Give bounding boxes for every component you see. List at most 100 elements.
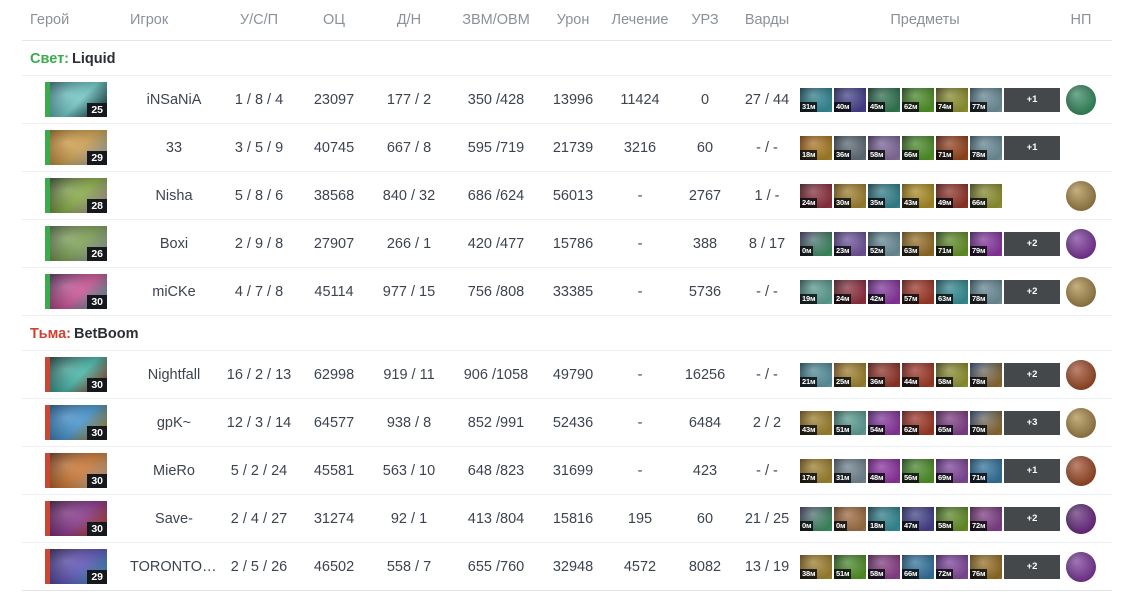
item-slot[interactable]: 71м [970,458,1002,483]
item-slot[interactable]: 17м [800,458,832,483]
item-slot[interactable]: 65м [936,410,968,435]
item-slot[interactable]: 51м [834,554,866,579]
hero-portrait[interactable]: 30 [45,501,107,536]
hero-cell[interactable]: 30 [22,398,130,447]
item-slot[interactable]: 30м [834,183,866,208]
item-slot[interactable]: 44м [902,362,934,387]
item-slot[interactable]: 66м [970,183,1002,208]
item-slot[interactable]: 76м [970,554,1002,579]
item-slot[interactable]: 78м [970,362,1002,387]
item-slot[interactable]: 63м [936,279,968,304]
extra-items-badge[interactable]: +2 [1004,554,1060,579]
player-name[interactable]: Boxi [130,219,218,268]
item-slot[interactable]: 72м [970,506,1002,531]
extra-items-badge[interactable]: +2 [1004,231,1060,256]
item-slot[interactable]: 31м [834,458,866,483]
item-slot[interactable]: 0м [800,231,832,256]
table-row[interactable]: 29 33 3 / 5 / 9 40745 667 / 8 595 /719 21739 32… [22,123,1112,172]
hero-cell[interactable]: 25 [22,75,130,124]
hero-cell[interactable]: 29 [22,542,130,591]
neutral-item-icon[interactable] [1066,551,1096,582]
hero-portrait[interactable]: 30 [45,405,107,440]
item-slot[interactable]: 36м [868,362,900,387]
column-header-oc[interactable]: ОЦ [300,8,368,41]
column-header-urz[interactable]: УРЗ [676,8,734,41]
column-header-player[interactable]: Игрок [130,8,218,41]
player-name[interactable]: miCKe [130,267,218,316]
extra-items-badge[interactable]: +2 [1004,362,1060,387]
column-header-items[interactable]: Предметы [800,8,1050,41]
table-row[interactable]: 30 Save- 2 / 4 / 27 31274 92 / 1 413 /804 1581… [22,494,1112,543]
item-slot[interactable]: 36м [834,135,866,160]
item-slot[interactable]: 47м [902,506,934,531]
neutral-item-icon[interactable] [1066,228,1096,259]
player-name[interactable]: MieRo [130,446,218,495]
extra-items-badge[interactable]: +1 [1004,135,1060,160]
item-slot[interactable]: 58м [868,135,900,160]
hero-cell[interactable]: 26 [22,219,130,268]
hero-cell[interactable]: 30 [22,494,130,543]
item-slot[interactable]: 70м [970,410,1002,435]
item-slot[interactable]: 42м [868,279,900,304]
item-slot[interactable]: 24м [834,279,866,304]
hero-cell[interactable]: 30 [22,267,130,316]
player-name[interactable]: Nightfall [130,350,218,399]
item-slot[interactable]: 43м [902,183,934,208]
hero-cell[interactable]: 30 [22,350,130,399]
player-name[interactable]: TORONTOT… [130,542,218,591]
item-slot[interactable]: 35м [868,183,900,208]
extra-items-badge[interactable]: +1 [1004,87,1060,112]
hero-cell[interactable]: 29 [22,123,130,172]
item-slot[interactable]: 77м [970,87,1002,112]
player-name[interactable]: 33 [130,123,218,172]
item-slot[interactable]: 78м [970,135,1002,160]
hero-portrait[interactable]: 30 [45,274,107,309]
neutral-item-icon[interactable] [1066,84,1096,115]
item-slot[interactable]: 54м [868,410,900,435]
team-name[interactable]: BetBoom [74,326,138,342]
item-slot[interactable]: 48м [868,458,900,483]
item-slot[interactable]: 18м [800,135,832,160]
neutral-item-icon[interactable] [1066,503,1096,534]
item-slot[interactable]: 38м [800,554,832,579]
item-slot[interactable]: 79м [970,231,1002,256]
item-slot[interactable]: 23м [834,231,866,256]
table-row[interactable]: 28 Nisha 5 / 8 / 6 38568 840 / 32 686 /624 560… [22,171,1112,220]
player-name[interactable]: iNSaNiA [130,75,218,124]
item-slot[interactable]: 71м [936,135,968,160]
hero-portrait[interactable]: 25 [45,82,107,117]
item-slot[interactable]: 43м [800,410,832,435]
table-row[interactable]: 29 TORONTOT… 2 / 5 / 26 46502 558 / 7 655 /76… [22,542,1112,591]
item-slot[interactable]: 78м [970,279,1002,304]
item-slot[interactable]: 19м [800,279,832,304]
item-slot[interactable]: 63м [902,231,934,256]
item-slot[interactable]: 72м [936,554,968,579]
hero-portrait[interactable]: 30 [45,453,107,488]
hero-portrait[interactable]: 28 [45,178,107,213]
item-slot[interactable]: 58м [936,506,968,531]
hero-portrait[interactable]: 29 [45,130,107,165]
column-header-gxp[interactable]: ЗВМ/ОВМ [450,8,542,41]
column-header-hero[interactable]: Герой [22,8,130,41]
table-row[interactable]: 30 MieRo 5 / 2 / 24 45581 563 / 10 648 /823 31… [22,446,1112,495]
player-name[interactable]: Nisha [130,171,218,220]
item-slot[interactable]: 18м [868,506,900,531]
item-slot[interactable]: 52м [868,231,900,256]
item-slot[interactable]: 66м [902,135,934,160]
column-header-wards[interactable]: Варды [734,8,800,41]
column-header-dn[interactable]: Д/Н [368,8,450,41]
item-slot[interactable]: 58м [936,362,968,387]
item-slot[interactable]: 66м [902,554,934,579]
extra-items-badge[interactable]: +2 [1004,279,1060,304]
item-slot[interactable]: 62м [902,410,934,435]
item-slot[interactable]: 21м [800,362,832,387]
extra-items-badge[interactable]: +2 [1004,506,1060,531]
extra-items-badge[interactable]: +1 [1004,458,1060,483]
table-row[interactable]: 30 miCKe 4 / 7 / 8 45114 977 / 15 756 /808 333… [22,267,1112,316]
column-header-damage[interactable]: Урон [542,8,604,41]
item-slot[interactable]: 56м [902,458,934,483]
neutral-item-icon[interactable] [1066,359,1096,390]
player-name[interactable]: gpK~ [130,398,218,447]
column-header-kda[interactable]: У/С/П [218,8,300,41]
item-slot[interactable]: 40м [834,87,866,112]
